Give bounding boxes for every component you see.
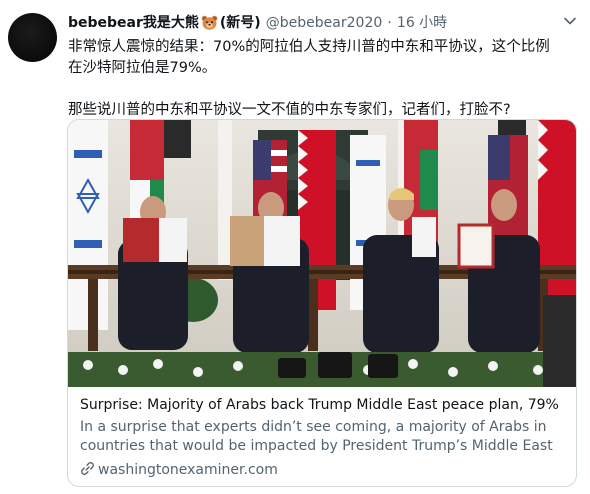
tweet-text: 非常惊人震惊的结果：70%的阿拉伯人支持川普的中东和平协议，这个比例 在沙特阿拉… (68, 37, 568, 121)
card-title[interactable]: Surprise: Majority of Arabs back Trump M… (80, 396, 564, 415)
tweet-line-1: 非常惊人震惊的结果：70%的阿拉伯人支持川普的中东和平协议，这个比例 (68, 39, 550, 55)
card-description: In a surprise that experts didn’t see co… (80, 418, 564, 456)
timestamp[interactable]: 16 小時 (397, 15, 447, 31)
card-domain[interactable]: washingtonexaminer.com (80, 461, 564, 480)
card-domain-text[interactable]: washingtonexaminer.com (98, 462, 278, 478)
name-suffix[interactable]: (新号) (220, 15, 261, 31)
bear-emoji-icon (201, 15, 218, 30)
display-name[interactable]: bebebear我是大熊 (68, 15, 199, 31)
card-body[interactable]: Surprise: Majority of Arabs back Trump M… (80, 396, 564, 480)
tweet[interactable]: bebebear我是大熊 (新号) @bebebear2020 · 16 小時 … (0, 0, 590, 494)
link-preview-card[interactable]: Surprise: Majority of Arabs back Trump M… (67, 119, 577, 487)
link-icon (81, 462, 94, 475)
tweet-header: bebebear我是大熊 (新号) @bebebear2020 · 16 小時 (68, 12, 583, 34)
tweet-line-2: 在沙特阿拉伯是79%。 (68, 60, 217, 76)
user-handle[interactable]: @bebebear2020 (266, 15, 382, 31)
card-image[interactable] (68, 120, 576, 387)
card-desc-line-2: countries that would be impacted by Pres… (80, 438, 553, 454)
separator-dot: · (387, 15, 392, 31)
tweet-paragraph-2: 那些说川普的中东和平协议一文不值的中东专家们，记者们，打脸不? (68, 102, 511, 118)
chevron-down-icon[interactable] (561, 12, 579, 30)
card-desc-line-1: In a surprise that experts didn’t see co… (80, 419, 547, 435)
tweet-paragraph-1: 非常惊人震惊的结果：70%的阿拉伯人支持川普的中东和平协议，这个比例 在沙特阿拉… (68, 37, 568, 79)
avatar[interactable] (8, 13, 57, 62)
